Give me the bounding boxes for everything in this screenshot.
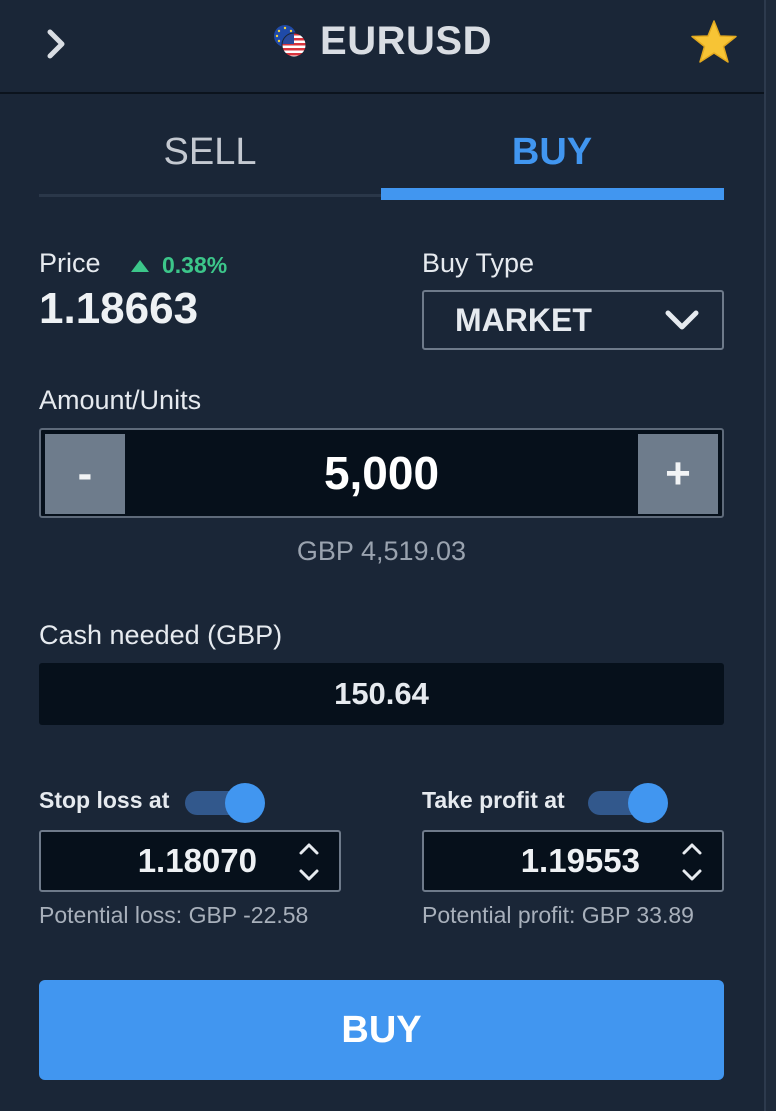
stop-loss-label: Stop loss at [39, 787, 170, 813]
tab-buy[interactable]: BUY [381, 110, 723, 194]
chevron-down-icon [299, 869, 319, 881]
buy-type-label: Buy Type [422, 248, 535, 278]
cash-needed-label: Cash needed (GBP) [39, 620, 283, 650]
header: EURUSD [0, 0, 764, 94]
price-value: 1.18663 [39, 284, 199, 333]
triangle-up-icon [131, 259, 149, 272]
favorite-button[interactable] [688, 16, 740, 68]
chevron-down-icon [665, 310, 699, 330]
cash-needed-value: 150.64 [39, 663, 724, 725]
instrument-title: EURUSD [0, 0, 764, 82]
trade-side-tabs: SELL BUY [39, 110, 724, 200]
amount-input[interactable]: 5,000 [129, 430, 634, 516]
stop-loss-input[interactable]: 1.18070 [39, 830, 341, 892]
amount-gbp-value: GBP 4,519.03 [296, 536, 467, 566]
chevron-down-icon [682, 869, 702, 881]
decrease-amount-button[interactable]: - [45, 434, 125, 514]
potential-profit: Potential profit: GBP 33.89 [422, 902, 694, 928]
price-change-value: 0.38% [162, 252, 228, 278]
toggle-knob [225, 783, 265, 823]
amount-stepper: - 5,000 + [39, 428, 724, 518]
stop-loss-value: 1.18070 [137, 842, 257, 879]
chevron-right-icon [47, 29, 65, 59]
eu-us-flag-icon [272, 23, 308, 59]
toggle-knob [628, 783, 668, 823]
stop-loss-increase[interactable] [295, 838, 323, 860]
price-change: 0.38% [130, 252, 227, 279]
stop-loss-spinner [295, 838, 323, 886]
take-profit-toggle[interactable] [588, 779, 668, 823]
take-profit-input[interactable]: 1.19553 [422, 830, 724, 892]
tab-active-indicator [381, 188, 724, 200]
buy-type-value: MARKET [455, 301, 592, 338]
tab-sell[interactable]: SELL [39, 110, 381, 194]
buy-type-select[interactable]: MARKET [422, 290, 724, 350]
stop-loss-toggle[interactable] [185, 779, 265, 823]
buy-button[interactable]: BUY [39, 980, 724, 1080]
potential-loss: Potential loss: GBP -22.58 [39, 902, 309, 928]
chevron-up-icon [299, 843, 319, 855]
amount-label: Amount/Units [39, 385, 202, 415]
star-icon [691, 20, 737, 63]
chevron-up-icon [682, 843, 702, 855]
stop-loss-decrease[interactable] [295, 864, 323, 886]
increase-amount-button[interactable]: + [638, 434, 718, 514]
take-profit-value: 1.19553 [520, 842, 640, 879]
take-profit-label: Take profit at [422, 787, 565, 813]
instrument-name: EURUSD [320, 18, 492, 63]
scrollbar[interactable] [764, 0, 776, 1111]
take-profit-spinner [678, 838, 706, 886]
back-button[interactable] [36, 24, 76, 64]
take-profit-decrease[interactable] [678, 864, 706, 886]
price-label: Price [39, 248, 101, 278]
take-profit-increase[interactable] [678, 838, 706, 860]
